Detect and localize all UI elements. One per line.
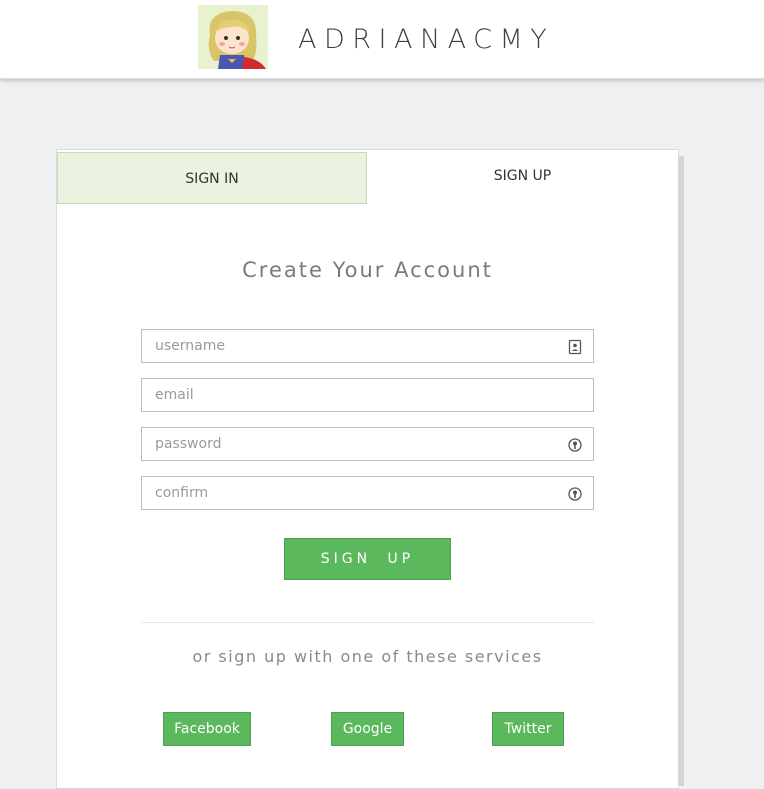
tab-sign-up[interactable]: SIGN UP (367, 150, 678, 202)
username-input[interactable] (142, 330, 593, 362)
brand-name: ADRIANACMY (298, 24, 555, 55)
superhero-avatar-icon[interactable] (198, 5, 268, 69)
facebook-button[interactable]: Facebook (163, 712, 251, 746)
confirm-input[interactable] (142, 477, 593, 509)
signup-card: SIGN IN SIGN UP Create Your Account user… (56, 149, 679, 789)
twitter-button[interactable]: Twitter (492, 712, 564, 746)
social-prompt: or sign up with one of these services (192, 647, 543, 666)
site-header: ADRIANACMY (0, 0, 764, 79)
password-input[interactable] (142, 428, 593, 460)
confirm-field (141, 476, 594, 510)
sign-up-button[interactable]: SIGN UP (284, 538, 451, 580)
lock-icon (568, 486, 582, 502)
form-title: Create Your Account (242, 258, 493, 282)
password-field (141, 427, 594, 461)
divider (141, 622, 594, 623)
username-field (141, 329, 594, 363)
email-field (141, 378, 594, 412)
user-id-icon (568, 339, 582, 355)
lock-icon (568, 437, 582, 453)
google-button[interactable]: Google (331, 712, 404, 746)
email-input[interactable] (142, 379, 593, 411)
tab-sign-in[interactable]: SIGN IN (57, 152, 367, 204)
